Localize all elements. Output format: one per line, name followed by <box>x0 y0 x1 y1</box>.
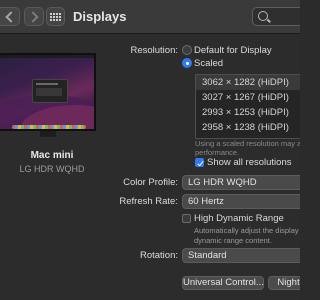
resolution-label: Resolution: <box>130 45 178 56</box>
scaled-resolution-hint: Using a scaled resolution may a performa… <box>195 139 300 157</box>
display-preview <box>0 48 100 138</box>
resolution-row[interactable]: 2958 × 1238 (HiDPI) <box>196 120 300 135</box>
resolution-row[interactable]: 3027 × 1267 (HiDPI) <box>196 90 300 105</box>
radio-default-for-display[interactable] <box>182 45 192 55</box>
show-all-resolutions-checkbox[interactable] <box>195 158 204 167</box>
high-dynamic-range-checkbox[interactable] <box>182 214 191 223</box>
display-name: Mac mini <box>30 150 74 161</box>
rotation-popup[interactable]: Standard <box>182 248 300 263</box>
default-for-display-label: Default for Display <box>194 45 272 56</box>
universal-control-button[interactable]: Universal Control... <box>182 276 264 290</box>
chevron-left-icon <box>5 10 17 23</box>
resolution-row[interactable]: 2993 × 1253 (HiDPI) <box>196 105 300 120</box>
search-icon <box>258 11 268 21</box>
displays-window: Displays Mac mini LG HDR WQHD Resolution… <box>0 0 300 300</box>
hdr-description: Automatically adjust the display dynamic… <box>194 226 299 245</box>
forward-button[interactable] <box>24 7 44 26</box>
mini-window-thumbnail <box>32 79 68 103</box>
scaled-label: Scaled <box>194 58 224 69</box>
grid-icon <box>50 12 61 21</box>
window-title: Displays <box>73 9 127 24</box>
night-shift-button[interactable]: Night S <box>268 276 300 290</box>
color-profile-popup[interactable]: LG HDR WQHD <box>182 175 300 190</box>
back-button[interactable] <box>0 7 20 26</box>
color-profile-label: Color Profile: <box>123 177 178 188</box>
radio-scaled[interactable] <box>182 58 192 68</box>
rotation-label: Rotation: <box>139 250 178 261</box>
search-field[interactable] <box>252 7 300 26</box>
resolution-row[interactable]: 3062 × 1282 (HiDPI) <box>196 75 300 90</box>
dock-thumbnail <box>12 125 86 129</box>
display-model: LG HDR WQHD <box>19 164 85 174</box>
high-dynamic-range-label: High Dynamic Range <box>194 213 284 224</box>
refresh-rate-label: Refresh Rate: <box>119 196 178 207</box>
refresh-rate-popup[interactable]: 60 Hertz <box>182 194 300 209</box>
show-all-button[interactable] <box>46 7 65 26</box>
chevron-right-icon <box>26 10 39 23</box>
monitor-screen <box>0 53 96 131</box>
monitor-stand <box>40 131 56 137</box>
resolution-list[interactable]: 3062 × 1282 (HiDPI) 3027 × 1267 (HiDPI) … <box>195 74 300 139</box>
toolbar: Displays <box>0 0 300 34</box>
show-all-resolutions-label: Show all resolutions <box>207 157 292 168</box>
